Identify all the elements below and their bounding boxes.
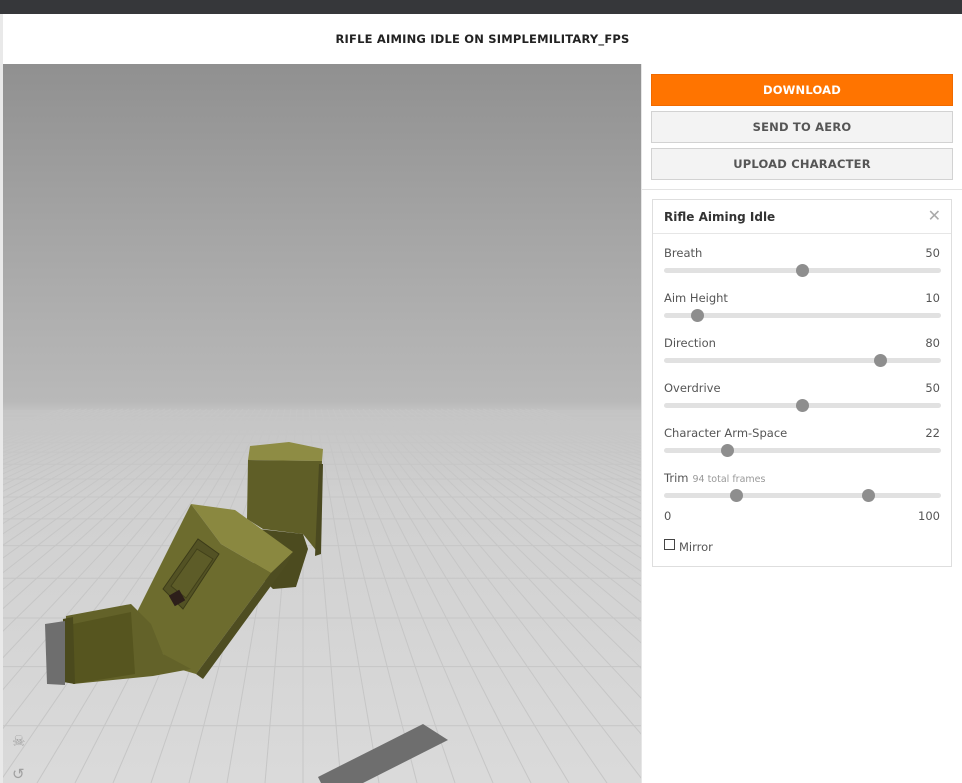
card-header-divider — [653, 233, 951, 234]
3d-viewport[interactable]: ☠ ↺ — [3, 64, 641, 783]
trim-track[interactable] — [664, 489, 941, 502]
slider-label: Direction — [664, 336, 716, 350]
download-button[interactable]: DOWNLOAD — [651, 74, 953, 106]
grid-line — [3, 408, 148, 475]
slider-thumb[interactable] — [796, 399, 809, 412]
trim-label: Trim 94 total frames — [664, 471, 765, 485]
grid-line — [350, 408, 608, 783]
slider-label: Overdrive — [664, 381, 721, 395]
grid-line — [3, 408, 70, 430]
grid-line — [3, 408, 142, 470]
slider-track[interactable] — [664, 444, 941, 457]
grid-line — [518, 408, 641, 450]
slider-label: Aim Height — [664, 291, 728, 305]
grid-line — [512, 408, 641, 453]
slider-value: 22 — [925, 426, 940, 440]
panel-divider — [642, 189, 962, 190]
grid-line — [392, 408, 641, 603]
slider-thumb[interactable] — [873, 354, 887, 367]
slider-label: Character Arm-Space — [664, 426, 788, 440]
grid-line — [464, 408, 641, 486]
close-icon[interactable]: ✕ — [928, 207, 941, 225]
grid-line — [530, 408, 641, 444]
model-shadow — [318, 724, 448, 783]
panel-separator — [641, 64, 642, 783]
grid-line — [500, 408, 641, 460]
grid-line — [3, 408, 88, 437]
slider-track[interactable] — [664, 354, 941, 367]
viewport-scene — [3, 408, 641, 783]
rotate-icon[interactable]: ↺ — [12, 767, 25, 782]
upload-character-button[interactable]: UPLOAD CHARACTER — [651, 148, 953, 180]
grid-line — [3, 408, 82, 435]
skull-icon[interactable]: ☠ — [12, 734, 25, 749]
grid-line — [332, 408, 494, 783]
grid-line — [434, 408, 641, 520]
trim-max-label: 100 — [918, 509, 940, 523]
grid-line — [356, 408, 641, 779]
grid-line — [452, 408, 641, 498]
window-top-bar — [0, 0, 962, 14]
slider-thumb[interactable] — [721, 444, 735, 457]
trim-start-handle[interactable] — [729, 489, 743, 502]
grid-line — [3, 408, 118, 453]
grid-line — [488, 408, 641, 467]
send-to-aero-button[interactable]: SEND TO AERO — [651, 111, 953, 143]
trim-label-text: Trim — [664, 471, 689, 485]
grid-line — [368, 408, 641, 699]
grid-line — [3, 408, 160, 486]
slider-label: Breath — [664, 246, 703, 260]
grid-line — [338, 408, 532, 783]
grid-line — [326, 408, 456, 783]
card-title: Rifle Aiming Idle — [664, 210, 776, 224]
grid-line — [344, 408, 570, 783]
trim-end-handle[interactable] — [862, 489, 876, 502]
trim-frames-count: 94 total frames — [692, 474, 766, 485]
slider-track[interactable] — [664, 309, 941, 322]
slider-value: 10 — [925, 291, 940, 305]
slider-track[interactable] — [664, 399, 941, 412]
animation-settings-card: Rifle Aiming Idle ✕ Breath 50 Aim Height… — [652, 199, 952, 567]
grid-line — [3, 408, 112, 449]
mirror-checkbox[interactable] — [664, 539, 675, 550]
mirror-label: Mirror — [679, 540, 713, 554]
slider-value: 50 — [925, 381, 940, 395]
grid-line — [422, 408, 641, 537]
slider-thumb[interactable] — [690, 309, 704, 322]
slider-value: 50 — [925, 246, 940, 260]
slider-value: 80 — [925, 336, 940, 350]
page-title: RIFLE AIMING IDLE ON SIMPLEMILITARY_FPS — [3, 14, 962, 64]
slider-thumb[interactable] — [796, 264, 809, 277]
trim-min-label: 0 — [664, 509, 672, 523]
slider-track[interactable] — [664, 264, 941, 277]
